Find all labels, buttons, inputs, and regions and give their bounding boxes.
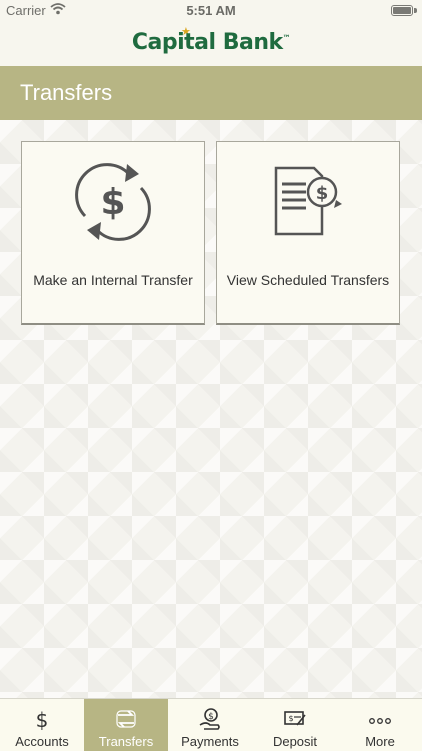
tab-deposit[interactable]: $ Deposit [253, 699, 337, 751]
svg-text:$: $ [100, 182, 125, 223]
svg-text:$: $ [288, 714, 293, 723]
internal-transfer-label: Make an Internal Transfer [33, 272, 193, 288]
tab-transfers[interactable]: Transfers [84, 699, 168, 751]
battery-tip [414, 8, 417, 13]
internal-transfer-card[interactable]: $ Make an Internal Transfer [21, 141, 205, 325]
page-title: Transfers [20, 80, 113, 105]
dollar-icon: $ [36, 708, 49, 731]
tab-label: Deposit [272, 734, 318, 749]
svg-text:$: $ [208, 712, 214, 722]
tab-label: Payments [181, 734, 239, 749]
page-title-bar: Transfers [0, 66, 422, 120]
tab-label: Accounts [15, 734, 69, 749]
status-time: 5:51 AM [186, 3, 236, 18]
tab-payments[interactable]: $ Payments [168, 699, 252, 751]
tab-label: Transfers [98, 734, 154, 749]
tab-accounts[interactable]: $ Accounts [0, 699, 84, 751]
tab-more[interactable]: More [338, 699, 422, 751]
capital-bank-logo: Capital Bank™ [0, 30, 422, 55]
tab-label: More [365, 734, 395, 749]
tab-bar: $ Accounts Transfers $ Payments $ Deposi… [0, 698, 422, 751]
document-dollar-icon: $ [274, 166, 342, 236]
scheduled-transfers-label: View Scheduled Transfers [226, 272, 390, 288]
dollar-cycle-icon: $ [75, 163, 151, 241]
trademark-mark: ™ [282, 33, 291, 43]
hand-dollar-icon: $ [199, 708, 220, 730]
logo-text: Capital Bank [131, 30, 283, 55]
scheduled-transfers-card[interactable]: $ View Scheduled Transfers [216, 141, 400, 325]
more-dots-icon [369, 718, 391, 724]
check-deposit-icon: $ [284, 711, 306, 726]
battery-icon [391, 5, 413, 16]
status-bar: Carrier 5:51 AM [0, 0, 422, 22]
transfer-arrows-icon [116, 710, 136, 728]
app-header: Carrier 5:51 AM ★ Capital Bank™ [0, 0, 422, 66]
svg-text:$: $ [316, 183, 329, 204]
svg-text:$: $ [36, 708, 49, 731]
